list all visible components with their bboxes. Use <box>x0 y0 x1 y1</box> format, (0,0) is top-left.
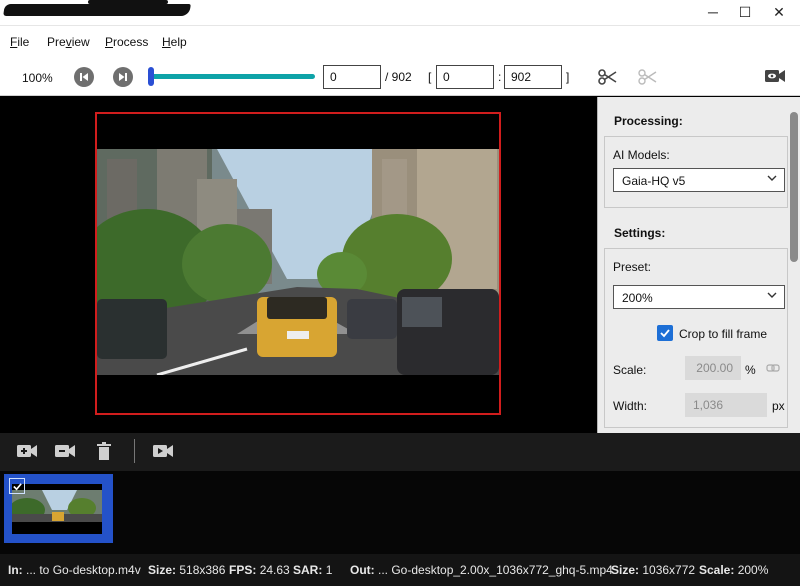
cut-range-button[interactable] <box>638 67 658 90</box>
clip-thumbnail-image <box>12 484 102 534</box>
scissors-disabled-icon <box>638 69 657 85</box>
preset-value: 200% <box>622 291 653 305</box>
preset-select[interactable]: 200% <box>613 285 785 309</box>
remove-video-icon <box>55 445 75 457</box>
remove-clip-button[interactable] <box>54 442 76 463</box>
preset-label: Preset: <box>613 260 652 274</box>
skip-end-button[interactable] <box>113 67 133 87</box>
menu-bar: File Preview Process Help <box>0 26 800 56</box>
range-separator: : <box>498 70 502 84</box>
skip-end-icon <box>119 73 127 81</box>
menu-process[interactable]: Process <box>105 35 148 49</box>
input-file-status: In: ... to Go-desktop.m4v <box>8 563 141 577</box>
clip-select-checkbox[interactable] <box>9 478 25 494</box>
current-frame-input[interactable]: 0 <box>323 65 381 89</box>
scale-status: Scale: 200% <box>699 563 769 577</box>
input-size-status: Size: 518x386 <box>148 563 226 577</box>
close-button[interactable]: ✕ <box>762 0 796 24</box>
video-frame <box>97 149 499 375</box>
add-video-icon <box>17 445 37 457</box>
clip-strip <box>0 471 800 554</box>
output-file-status: Out: ... Go-desktop_2.00x_1036x772_ghq-5… <box>350 563 613 577</box>
fps-status: FPS: 24.63 <box>229 563 290 577</box>
width-unit: px <box>772 399 785 413</box>
crop-checkbox[interactable] <box>657 325 673 341</box>
ai-model-select[interactable]: Gaia-HQ v5 <box>613 168 785 192</box>
total-frames: / 902 <box>385 70 412 84</box>
delete-button[interactable] <box>96 441 112 464</box>
status-bar: In: ... to Go-desktop.m4v Size: 518x386 … <box>0 554 800 586</box>
scale-label: Scale: <box>613 363 647 377</box>
toolbar-divider <box>134 439 135 463</box>
skip-start-button[interactable] <box>74 67 94 87</box>
checkmark-icon <box>660 329 670 338</box>
menu-preview[interactable]: Preview <box>47 35 90 49</box>
scissors-icon <box>598 69 617 85</box>
timeline-slider-thumb[interactable] <box>148 67 154 86</box>
range-start-input[interactable]: 0 <box>436 65 494 89</box>
width-label: Width: <box>613 399 648 413</box>
chevron-down-icon <box>766 289 778 304</box>
scale-unit: % <box>745 363 756 377</box>
sar-status: SAR: 1 <box>293 563 333 577</box>
minimize-button[interactable]: ─ <box>696 0 730 24</box>
title-bar: ─ ☐ ✕ <box>0 0 800 26</box>
crop-label[interactable]: Crop to fill frame <box>679 327 767 341</box>
redacted-title-mark <box>88 0 168 4</box>
camera-eye-icon <box>765 70 785 82</box>
preview-toggle-button[interactable] <box>764 67 786 88</box>
range-bracket-open: [ <box>428 70 432 84</box>
link-icon[interactable] <box>766 362 780 376</box>
timeline-slider[interactable] <box>152 74 315 79</box>
range-bracket-close: ] <box>566 70 570 84</box>
menu-file[interactable]: File <box>10 35 29 49</box>
width-field: 1,036 <box>685 393 767 417</box>
play-clip-button[interactable] <box>152 442 174 463</box>
maximize-button[interactable]: ☐ <box>728 0 762 24</box>
skip-start-icon <box>80 73 88 81</box>
scale-field: 200.00 <box>685 356 741 380</box>
processing-title: Processing: <box>614 114 683 128</box>
menu-help[interactable]: Help <box>162 35 187 49</box>
video-play-icon <box>153 445 173 457</box>
cut-button[interactable] <box>598 67 618 90</box>
trash-icon <box>97 442 111 460</box>
clip-toolbar <box>0 433 800 471</box>
output-size-status: Size: 1036x772 <box>611 563 696 577</box>
panel-scrollbar-thumb[interactable] <box>790 112 798 262</box>
street-scene-image <box>97 149 499 375</box>
add-clip-button[interactable] <box>16 442 38 463</box>
redacted-title <box>3 4 191 16</box>
checkmark-icon <box>12 482 22 490</box>
range-end-input[interactable]: 902 <box>504 65 562 89</box>
zoom-level: 100% <box>22 71 53 85</box>
settings-title: Settings: <box>614 226 666 240</box>
ai-models-label: AI Models: <box>613 148 670 162</box>
chevron-down-icon <box>766 172 778 187</box>
ai-model-value: Gaia-HQ v5 <box>622 174 686 188</box>
